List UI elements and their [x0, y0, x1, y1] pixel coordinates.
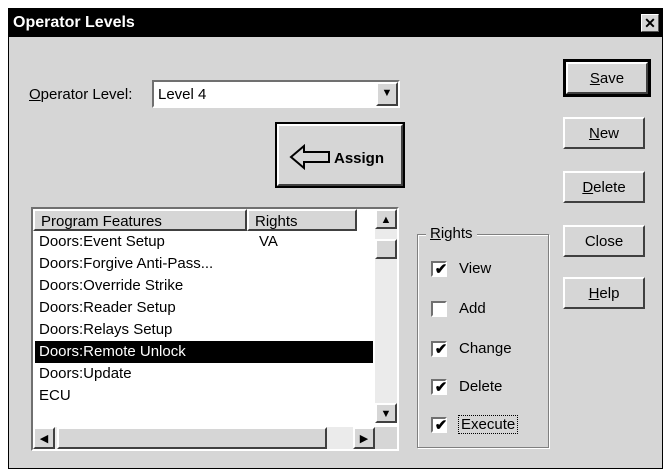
chevron-down-icon: ▼ — [381, 87, 393, 99]
checkbox-box[interactable]: ✔ — [431, 379, 448, 396]
checkbox-box[interactable] — [431, 301, 447, 317]
column-header-rights[interactable]: Rights — [247, 209, 357, 231]
left-arrow-icon — [289, 144, 330, 170]
chevron-left-icon: ◀ — [39, 433, 49, 445]
assign-button[interactable]: Assign — [275, 122, 405, 188]
list-item[interactable]: Doors:Relays Setup — [35, 319, 373, 341]
checkbox-label: Change — [459, 340, 512, 357]
window-title: Operator Levels — [13, 14, 135, 31]
assign-label: Assign — [334, 150, 385, 167]
list-item-selected[interactable]: Doors:Remote Unlock — [35, 341, 373, 363]
check-icon: ✔ — [434, 417, 448, 434]
chevron-right-icon: ▶ — [359, 433, 369, 445]
program-features-list[interactable]: Program Features Rights Doors:Event Setu… — [31, 207, 399, 451]
checkbox-box[interactable]: ✔ — [431, 261, 448, 278]
list-item[interactable]: Doors:Override Strike — [35, 275, 373, 297]
add-checkbox[interactable]: Add — [431, 299, 541, 323]
list-item[interactable]: ECU — [35, 385, 373, 407]
rights-group-title: Rights — [426, 225, 477, 242]
operator-level-label: Operator Level: — [29, 86, 133, 103]
scroll-right-button[interactable]: ▶ — [353, 427, 375, 449]
list-item[interactable]: Doors:Event Setup VA — [35, 231, 373, 253]
horizontal-scrollbar[interactable]: ◀ ▶ — [33, 427, 375, 449]
list-item[interactable]: Doors:Update — [35, 363, 373, 385]
checkbox-box[interactable]: ✔ — [431, 341, 448, 358]
operator-level-select[interactable]: Level 4 ▼ — [152, 80, 400, 108]
column-header-program-features[interactable]: Program Features — [33, 209, 247, 231]
vertical-scrollbar[interactable]: ▲ ▼ — [375, 209, 397, 423]
operator-level-value: Level 4 — [158, 86, 207, 103]
chevron-up-icon: ▲ — [380, 214, 392, 226]
title-bar: Operator Levels ✕ — [9, 9, 662, 37]
checkbox-label: Delete — [459, 378, 503, 395]
checkbox-label: Execute — [457, 415, 519, 434]
list-item[interactable]: Doors:Forgive Anti-Pass... — [35, 253, 373, 275]
scroll-thumb[interactable] — [375, 239, 397, 259]
list-item[interactable]: Doors:Reader Setup — [35, 297, 373, 319]
new-button[interactable]: New — [563, 117, 645, 149]
change-checkbox[interactable]: ✔ Change — [431, 339, 541, 363]
checkbox-box[interactable]: ✔ — [431, 417, 448, 434]
check-icon: ✔ — [434, 341, 448, 358]
scroll-up-button[interactable]: ▲ — [375, 209, 397, 229]
scroll-down-button[interactable]: ▼ — [375, 403, 397, 423]
operator-levels-dialog: Operator Levels ✕ Operator Level: Level … — [8, 8, 663, 469]
close-icon[interactable]: ✕ — [641, 14, 659, 32]
save-button[interactable]: Save — [563, 59, 651, 97]
execute-checkbox[interactable]: ✔ Execute — [431, 415, 541, 439]
checkbox-label: View — [459, 260, 492, 277]
check-icon: ✔ — [434, 379, 448, 396]
help-button[interactable]: Help — [563, 277, 645, 309]
delete-checkbox[interactable]: ✔ Delete — [431, 377, 541, 401]
close-button[interactable]: Close — [563, 225, 645, 257]
scroll-left-button[interactable]: ◀ — [33, 427, 55, 449]
chevron-down-icon: ▼ — [380, 408, 392, 420]
scrollbar-corner — [375, 427, 397, 449]
view-checkbox[interactable]: ✔ View — [431, 259, 541, 283]
delete-button[interactable]: Delete — [563, 171, 645, 203]
check-icon: ✔ — [434, 261, 448, 278]
checkbox-label: Add — [459, 300, 486, 317]
horizontal-scroll-thumb[interactable] — [57, 427, 327, 449]
dropdown-arrow-button[interactable]: ▼ — [376, 82, 398, 106]
